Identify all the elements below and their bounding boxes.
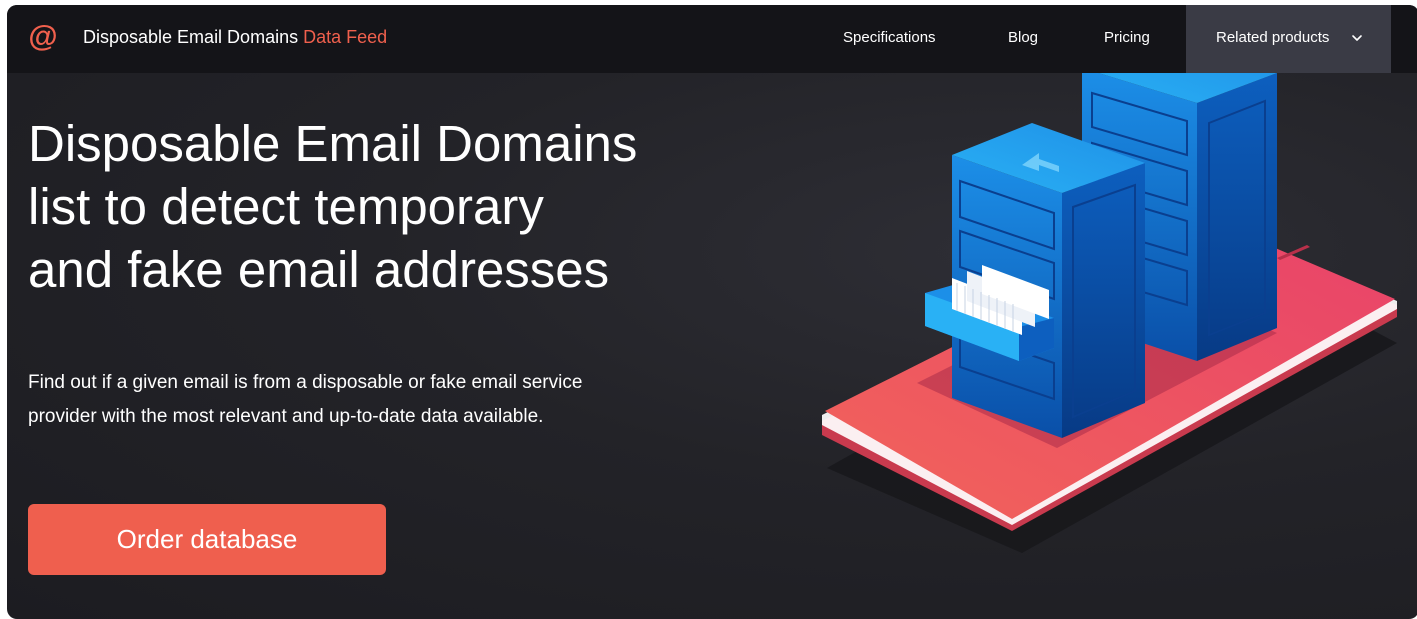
page-frame: @ Disposable Email Domains Data Feed Spe…	[7, 5, 1417, 619]
page-title: Disposable Email Domains list to detect …	[28, 112, 788, 301]
hero-description: Find out if a given email is from a disp…	[28, 366, 728, 434]
nav-link-blog[interactable]: Blog	[1008, 29, 1038, 46]
related-products-label: Related products	[1216, 29, 1330, 46]
nav-link-pricing[interactable]: Pricing	[1104, 29, 1150, 46]
description-line-2: provider with the most relevant and up-t…	[28, 406, 544, 427]
headline-line-3: and fake email addresses	[28, 241, 610, 298]
related-products-dropdown[interactable]: Related products	[1186, 5, 1391, 73]
brand-name[interactable]: Disposable Email Domains Data Feed	[83, 27, 387, 48]
nav-link-specifications[interactable]: Specifications	[843, 29, 936, 46]
brand-main-text: Disposable Email Domains	[83, 27, 299, 47]
server-cabinets-illustration	[822, 73, 1397, 553]
order-database-button[interactable]: Order database	[28, 504, 386, 575]
chevron-down-icon	[1352, 35, 1362, 41]
top-navbar: @ Disposable Email Domains Data Feed Spe…	[7, 5, 1417, 73]
at-sign-icon[interactable]: @	[27, 21, 59, 53]
brand-accent-text: Data Feed	[303, 27, 388, 47]
description-line-1: Find out if a given email is from a disp…	[28, 372, 583, 393]
headline-line-2: list to detect temporary	[28, 178, 544, 235]
headline-line-1: Disposable Email Domains	[28, 115, 638, 172]
